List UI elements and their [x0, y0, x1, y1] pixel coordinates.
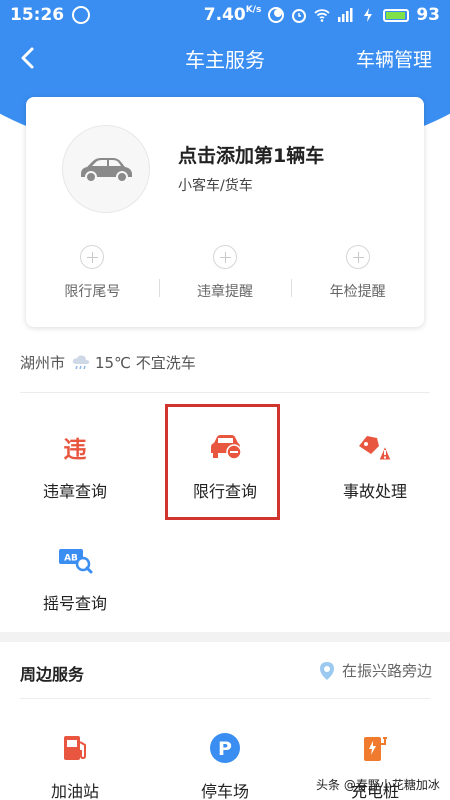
service-label: 事故处理	[342, 482, 407, 501]
battery-icon	[383, 8, 410, 22]
charging-station-icon	[357, 730, 393, 766]
weather-bar: 湖州市 15℃ 不宜洗车	[20, 352, 196, 373]
rain-cloud-icon	[72, 354, 90, 369]
parking-icon: P	[207, 730, 243, 766]
battery-level: 93	[416, 5, 440, 25]
reminder-label: 违章提醒	[197, 284, 253, 300]
add-plus-icon	[213, 245, 237, 269]
charging-bolt-icon	[364, 8, 373, 22]
add-car-card[interactable]: 点击添加第1辆车 小客车/货车 限行尾号 违章提醒 年检提醒	[26, 97, 424, 327]
service-violation-query[interactable]: 违 违章查询	[0, 420, 150, 510]
lottery-search-icon: AB	[57, 542, 93, 578]
add-plus-icon	[345, 245, 370, 269]
service-label: 违章查询	[42, 482, 107, 501]
reminder-plate-restriction[interactable]: 限行尾号	[26, 245, 159, 305]
car-icon	[81, 158, 132, 183]
nearby-parking[interactable]: P 停车场	[150, 720, 300, 800]
weather-text: 15℃ 不宜洗车	[95, 354, 196, 372]
add-plus-icon	[80, 245, 105, 269]
reminder-annual-inspection[interactable]: 年检提醒	[291, 245, 424, 305]
service-accident-handling[interactable]: 事故处理	[300, 420, 450, 510]
reminder-row: 限行尾号 违章提醒 年检提醒	[26, 245, 424, 305]
status-time: 15:26	[10, 5, 65, 25]
location-pin-icon	[319, 661, 334, 680]
divider	[20, 698, 430, 699]
service-label: 摇号查询	[42, 594, 107, 613]
nearby-label: 停车场	[200, 782, 249, 800]
service-lottery-query[interactable]: AB 摇号查询	[0, 532, 150, 622]
network-speed: 7.40K/s	[203, 5, 262, 25]
status-indicators: 7.40K/s 93	[204, 5, 440, 25]
highlight-annotation	[165, 404, 280, 520]
location-text: 在振兴路旁边	[341, 662, 432, 680]
wifi-icon	[314, 9, 330, 22]
svg-text:AB: AB	[64, 554, 78, 564]
reminder-label: 年检提醒	[329, 284, 386, 300]
car-type-label: 小客车/货车	[178, 178, 253, 194]
weibo-notification-icon	[72, 6, 91, 24]
nearby-gas-station[interactable]: 加油站	[0, 720, 150, 800]
svg-text:P: P	[218, 738, 232, 760]
divider	[20, 392, 430, 393]
status-bar: 15:26 7.40K/s 93	[0, 0, 450, 30]
alarm-clock-icon	[292, 9, 307, 23]
current-location[interactable]: 在振兴路旁边	[318, 660, 432, 681]
watermark: 头条 @春野小花糖加冰	[316, 778, 440, 792]
car-owner-service-screen: 15:26 7.40K/s 93 车主服务 车辆管理 点击添加第1辆车 小客车/…	[0, 0, 450, 800]
violation-icon: 违	[57, 430, 93, 466]
nav-bar: 车主服务 车辆管理	[0, 36, 450, 80]
nearby-label: 加油站	[50, 782, 99, 800]
reminder-violation[interactable]: 违章提醒	[158, 245, 292, 305]
gas-station-icon	[57, 730, 93, 766]
accident-car-icon	[357, 430, 393, 466]
moon-icon	[268, 7, 285, 23]
add-car-title[interactable]: 点击添加第1辆车	[178, 141, 324, 168]
section-separator	[0, 632, 450, 642]
signal-icon	[338, 8, 353, 22]
car-avatar[interactable]	[62, 125, 150, 213]
vehicle-management-link[interactable]: 车辆管理	[356, 45, 432, 72]
city-name: 湖州市	[20, 354, 66, 372]
svg-text:违: 违	[64, 437, 87, 462]
reminder-label: 限行尾号	[64, 284, 121, 300]
nearby-services-title: 周边服务	[20, 665, 85, 684]
